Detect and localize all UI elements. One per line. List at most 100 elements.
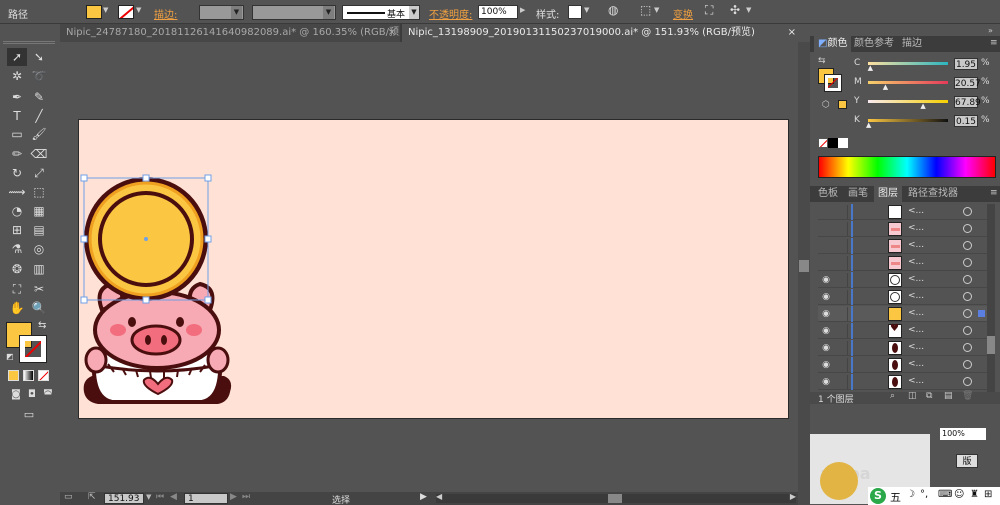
export-icon[interactable]: ⇱ [88, 492, 96, 502]
chevron-down-icon[interactable]: ▼ [654, 6, 659, 14]
visibility-eye-icon[interactable]: ◉ [820, 359, 832, 371]
color-mode-icon[interactable] [8, 370, 19, 381]
tab-stroke[interactable]: 描边 [898, 36, 926, 52]
keyboard-icon[interactable]: ⌨ [938, 489, 952, 500]
graphic-style-swatch[interactable] [568, 5, 582, 19]
target-circle-icon[interactable] [963, 309, 972, 318]
lock-toggle[interactable] [834, 205, 848, 219]
tab-brushes[interactable]: 画笔 [844, 186, 872, 202]
channel-value-input[interactable]: 67.89 [954, 96, 981, 108]
channel-slider[interactable] [868, 81, 948, 84]
visibility-eye-icon[interactable] [820, 240, 832, 252]
transparency-opacity-input[interactable]: 100% [940, 428, 986, 440]
tab-color-guide[interactable]: 颜色参考 [850, 36, 898, 52]
layer-row[interactable]: ◉ <... [818, 340, 993, 356]
tab-document-1[interactable]: Nipic_24787180_20181126141640982089.ai* … [60, 24, 400, 42]
scroll-thumb[interactable] [799, 260, 809, 272]
layer-row[interactable]: <... [818, 204, 993, 220]
artboard-number-input[interactable]: 1 [184, 493, 228, 504]
align-icon[interactable]: ⬚ [640, 3, 651, 17]
swap-colors-icon[interactable]: ⇆ [38, 320, 46, 331]
lock-toggle[interactable] [834, 239, 848, 253]
new-layer-icon[interactable]: ▤ [944, 391, 953, 401]
tab-color[interactable]: ◩颜色 [814, 36, 852, 52]
toolbox-grip[interactable] [3, 41, 55, 44]
slice-tool-icon[interactable]: ✂ [29, 280, 49, 298]
target-circle-icon[interactable] [963, 275, 972, 284]
opacity-label[interactable]: 不透明度: [429, 6, 472, 21]
default-colors-icon[interactable]: ◩ [6, 352, 14, 361]
magic-wand-tool-icon[interactable]: ✲ [7, 67, 27, 85]
stroke-weight-dropdown[interactable]: ▼ [199, 5, 244, 20]
isolate-icon[interactable]: ⛶ [705, 3, 713, 18]
rotate-tool-icon[interactable]: ↻ [7, 164, 27, 182]
lock-toggle[interactable] [834, 341, 848, 355]
status-menu-icon[interactable]: ▶ [420, 492, 427, 502]
layer-row[interactable]: ◉ <... [818, 289, 993, 305]
options-icon[interactable]: ✣ [730, 3, 740, 17]
channel-value-input[interactable]: 0.15 [954, 115, 978, 127]
layer-row[interactable]: ◉ <... [818, 306, 993, 322]
visibility-eye-icon[interactable]: ◉ [820, 274, 832, 286]
chevron-down-icon[interactable]: ▼ [746, 6, 751, 14]
layer-row[interactable]: <... [818, 238, 993, 254]
mesh-tool-icon[interactable]: ⊞ [7, 221, 27, 239]
gradient-tool-icon[interactable]: ▤ [29, 221, 49, 239]
collapse-panels-icon[interactable]: » [988, 26, 993, 35]
chevron-down-icon[interactable]: ▼ [146, 493, 151, 501]
layer-row[interactable]: ◉ <... [818, 272, 993, 288]
symbol-sprayer-tool-icon[interactable]: ❂ [7, 260, 27, 278]
pig-coin-artwork[interactable] [78, 170, 238, 410]
stroke-label[interactable]: 描边: [154, 6, 177, 21]
artboard-nav-icon[interactable]: ▭ [64, 492, 73, 502]
draw-inside-icon[interactable]: ◚ [38, 386, 58, 404]
rectangle-tool-icon[interactable]: ▭ [7, 125, 27, 143]
new-sublayer-icon[interactable]: ⧉ [926, 391, 932, 401]
brush-style-dropdown[interactable]: 基本 ▼ [342, 5, 420, 20]
gamut-swatch[interactable] [838, 100, 847, 109]
lock-toggle[interactable] [834, 324, 848, 338]
layer-row[interactable]: ◉ <... [818, 357, 993, 373]
target-circle-icon[interactable] [963, 343, 972, 352]
next-artboard-icon[interactable]: ▶ [230, 492, 237, 502]
scale-tool-icon[interactable]: ⤢ [29, 164, 49, 182]
chevron-down-icon[interactable]: ▼ [103, 6, 108, 14]
prev-artboard-icon[interactable]: ◀ [170, 492, 177, 502]
white-swatch[interactable] [838, 138, 848, 148]
type-tool-icon[interactable]: T [7, 107, 27, 125]
black-swatch[interactable] [828, 138, 838, 148]
artboard-tool-icon[interactable]: ⛶ [7, 280, 27, 298]
channel-value-input[interactable]: 20.57 [954, 77, 981, 89]
visibility-eye-icon[interactable] [820, 223, 832, 235]
tab-document-2[interactable]: Nipic_13198909_20190131150237019000.ai* … [402, 24, 800, 42]
paintbrush-tool-icon[interactable]: 🖌 [29, 125, 49, 143]
visibility-eye-icon[interactable]: ◉ [820, 342, 832, 354]
chevron-down-icon[interactable]: ▼ [136, 6, 141, 14]
perspective-grid-tool-icon[interactable]: ▦ [29, 202, 49, 220]
swap-colors-icon[interactable]: ⇆ [818, 56, 826, 66]
target-circle-icon[interactable] [963, 326, 972, 335]
locate-object-icon[interactable]: ⌕ [890, 391, 895, 401]
visibility-eye-icon[interactable]: ◉ [820, 291, 832, 303]
none-swatch[interactable] [818, 138, 828, 148]
zoom-tool-icon[interactable]: 🔍 [29, 299, 49, 317]
gradient-mode-icon[interactable] [23, 370, 34, 381]
chevron-down-icon[interactable]: ▼ [584, 6, 589, 14]
panel-menu-icon[interactable]: ≡ [990, 38, 998, 48]
eyedropper-tool-icon[interactable]: ⚗ [7, 240, 27, 258]
ime-mode-label[interactable]: 五 [890, 489, 901, 505]
moon-icon[interactable]: ☽ [906, 489, 915, 500]
free-transform-tool-icon[interactable]: ⬚ [29, 183, 49, 201]
none-mode-icon[interactable] [38, 370, 49, 381]
selection-tool-icon[interactable]: ➚ [7, 48, 27, 66]
lock-toggle[interactable] [834, 375, 848, 389]
channel-slider[interactable] [868, 100, 948, 103]
zoom-input[interactable]: 151.93 [104, 493, 144, 504]
ime-logo-icon[interactable]: S [870, 488, 886, 504]
grid-icon[interactable]: ⊞ [984, 489, 992, 500]
selection-indicator[interactable] [978, 310, 985, 317]
last-artboard-icon[interactable]: ⏭ [242, 492, 250, 502]
target-circle-icon[interactable] [963, 377, 972, 386]
lock-toggle[interactable] [834, 307, 848, 321]
close-icon[interactable]: × [788, 24, 796, 42]
